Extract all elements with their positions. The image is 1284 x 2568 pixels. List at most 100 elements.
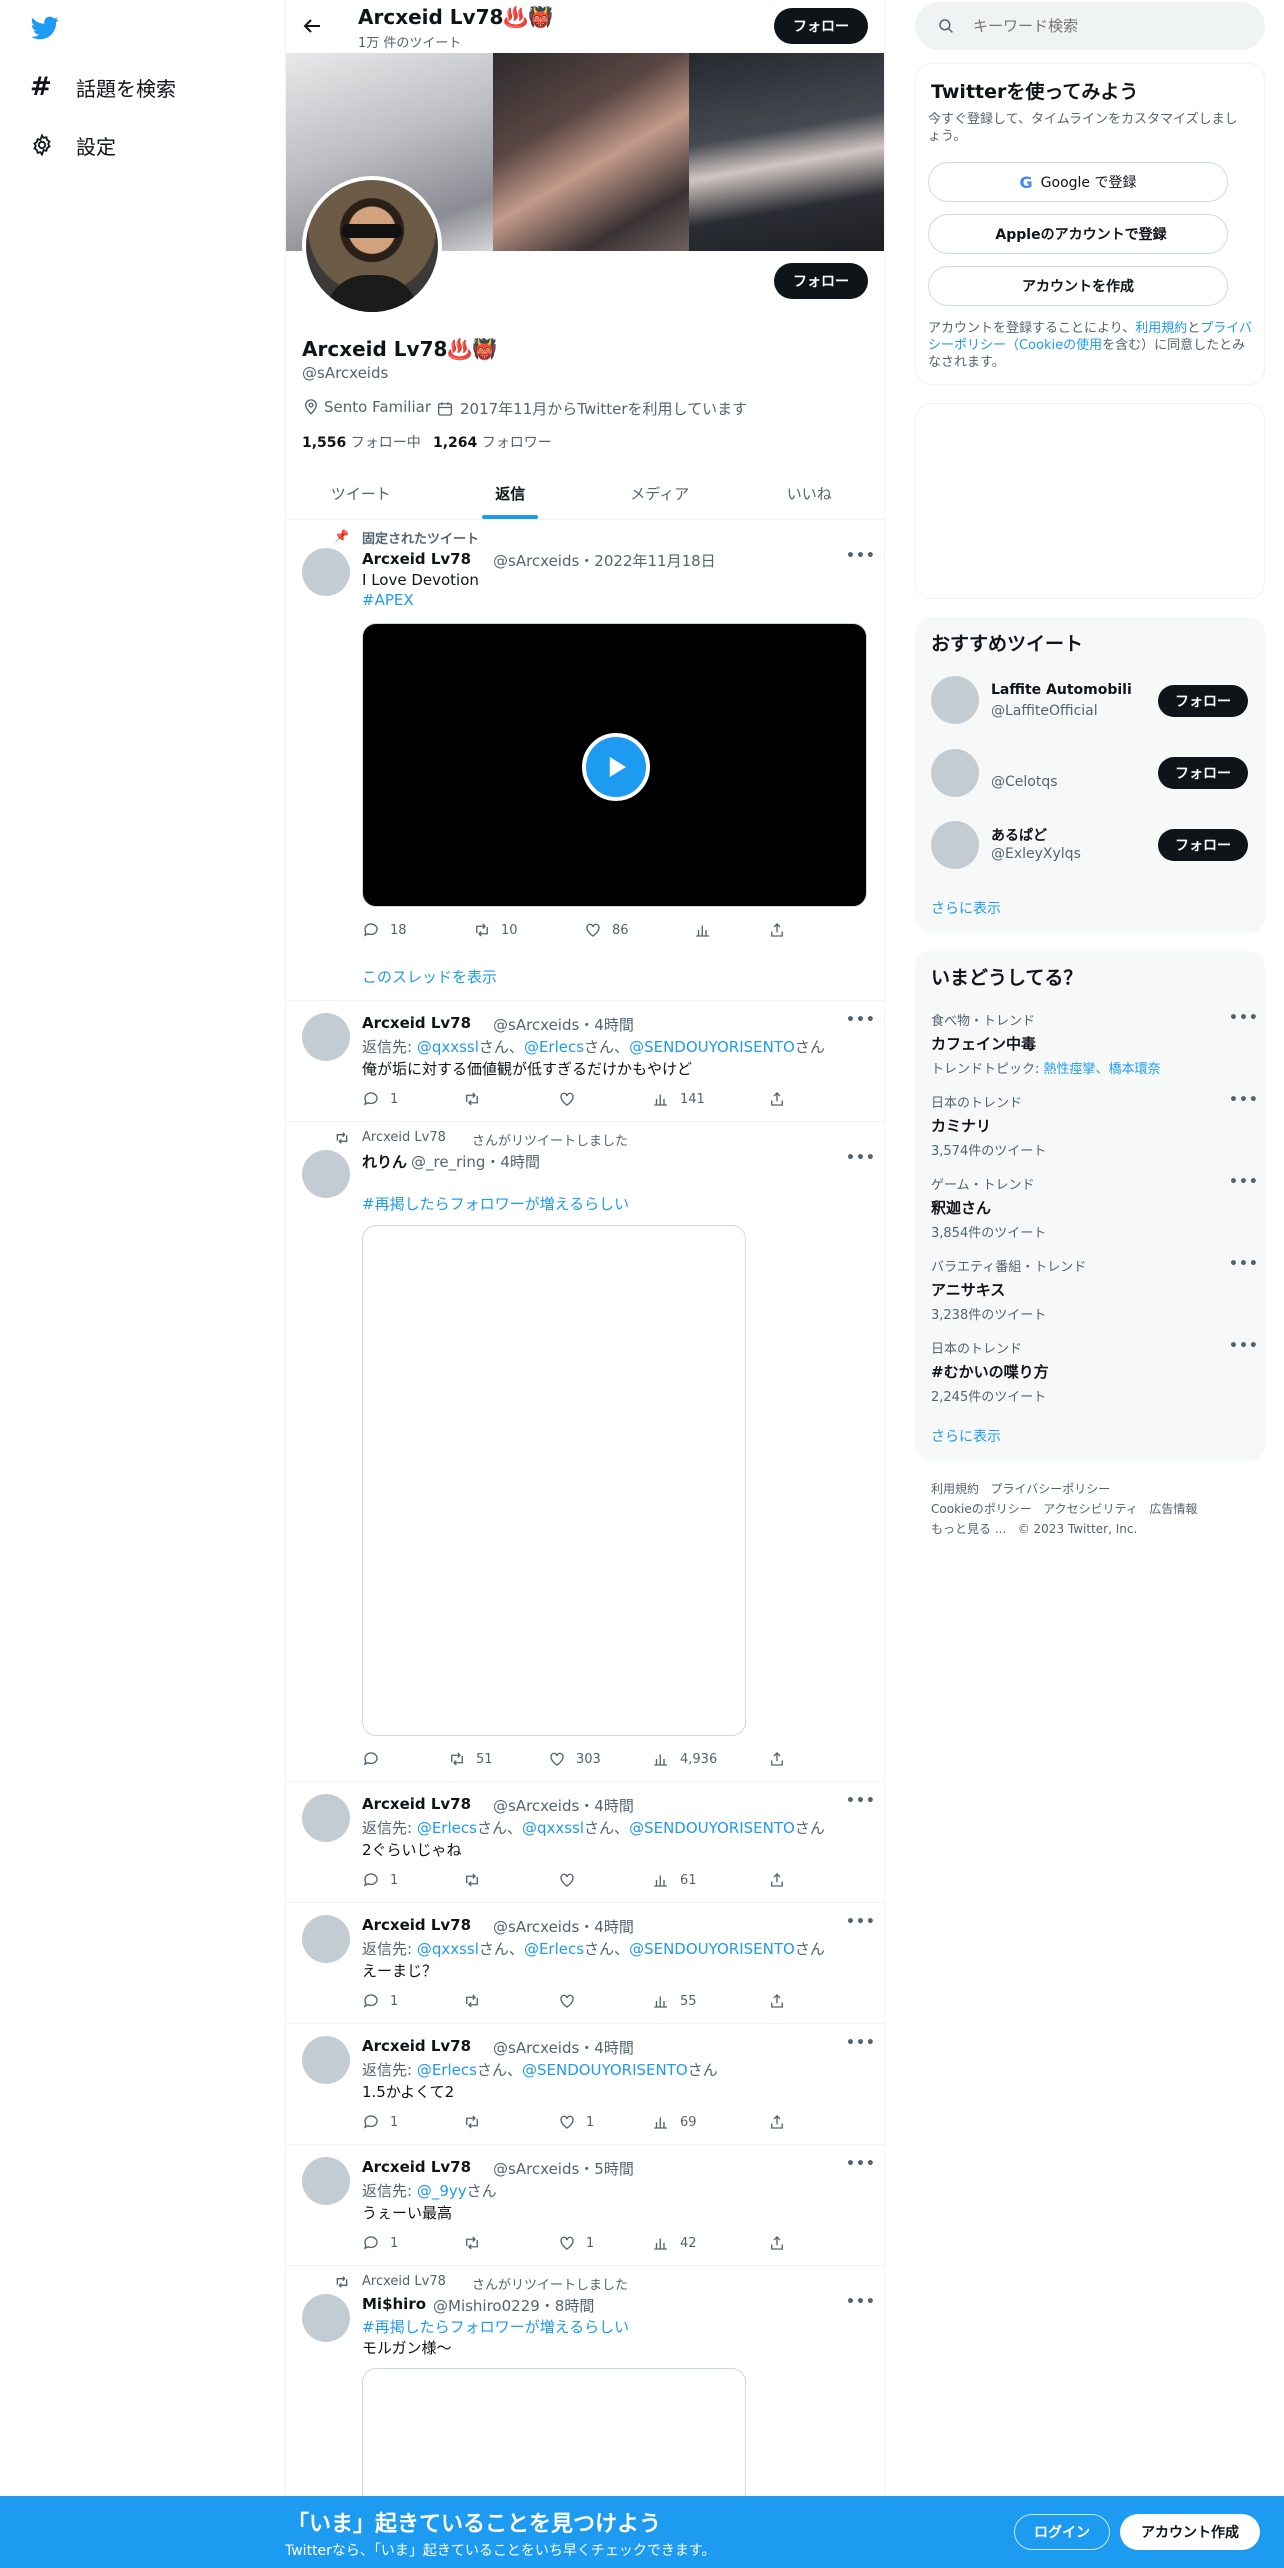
tweet-author[interactable]: Arcxeid Lv78 bbox=[362, 2037, 471, 2055]
more-icon[interactable]: ••• bbox=[846, 1914, 876, 1930]
more-icon[interactable]: ••• bbox=[1229, 1092, 1259, 1108]
back-arrow-icon[interactable] bbox=[300, 14, 324, 38]
retweet-button[interactable] bbox=[463, 1992, 481, 2010]
recommend-follow-button[interactable]: フォロー bbox=[1158, 685, 1248, 717]
like-button[interactable] bbox=[558, 1992, 576, 2010]
tweet-author[interactable]: Arcxeid Lv78 bbox=[362, 1014, 471, 1032]
tab-tweets[interactable]: ツイート bbox=[286, 468, 436, 519]
share-icon[interactable] bbox=[768, 1992, 786, 2010]
views-button[interactable]: 61 bbox=[652, 1871, 697, 1889]
share-icon[interactable] bbox=[768, 1750, 786, 1768]
avatar[interactable] bbox=[302, 1794, 350, 1842]
tweet-image[interactable] bbox=[362, 1225, 746, 1736]
tweet-author[interactable]: れりん bbox=[362, 1151, 407, 1172]
reply-button[interactable]: 1 bbox=[362, 1871, 398, 1889]
show-thread-link[interactable]: このスレッドを表示 bbox=[362, 966, 497, 987]
apple-signup-button[interactable]: Appleのアカウントで登録 bbox=[928, 214, 1228, 254]
retweet-button[interactable] bbox=[463, 1871, 481, 1889]
views-button[interactable]: 4,936 bbox=[652, 1750, 717, 1768]
tab-likes[interactable]: いいね bbox=[735, 468, 885, 519]
avatar[interactable] bbox=[302, 2157, 350, 2205]
following-link[interactable]: 1,556 フォロー中 bbox=[302, 432, 421, 452]
more-icon[interactable]: ••• bbox=[1229, 1338, 1259, 1354]
share-icon[interactable] bbox=[768, 921, 786, 939]
trend-item[interactable]: 日本のトレンド カミナリ 3,574件のツイート ••• bbox=[931, 1092, 1258, 1159]
tweet-hashtag[interactable]: #再掲したらフォロワーが増えるらしい bbox=[362, 2316, 629, 2337]
avatar[interactable] bbox=[931, 676, 979, 724]
footer-link[interactable]: 利用規約 bbox=[931, 1482, 979, 1496]
share-icon[interactable] bbox=[768, 2234, 786, 2252]
avatar[interactable] bbox=[931, 821, 979, 869]
more-icon[interactable]: ••• bbox=[1229, 1174, 1259, 1190]
avatar[interactable] bbox=[931, 749, 979, 797]
avatar[interactable] bbox=[302, 2036, 350, 2084]
retweet-button[interactable] bbox=[463, 2113, 481, 2131]
recommend-follow-button[interactable]: フォロー bbox=[1158, 757, 1248, 789]
recommend-more-link[interactable]: さらに表示 bbox=[931, 898, 1001, 918]
login-button[interactable]: ログイン bbox=[1014, 2514, 1110, 2550]
share-icon[interactable] bbox=[768, 2113, 786, 2131]
avatar[interactable] bbox=[302, 1013, 350, 1061]
like-button[interactable] bbox=[558, 1871, 576, 1889]
reply-button[interactable]: 18 bbox=[362, 921, 407, 939]
nav-explore[interactable]: # 話題を検索 bbox=[30, 72, 176, 102]
footer-link[interactable]: プライバシーポリシー bbox=[990, 1482, 1110, 1496]
views-icon[interactable] bbox=[694, 921, 712, 939]
avatar[interactable] bbox=[302, 1915, 350, 1963]
twitter-logo-icon[interactable] bbox=[30, 14, 60, 42]
footer-link[interactable]: アクセシビリティ bbox=[1043, 1502, 1138, 1516]
reply-button[interactable]: 1 bbox=[362, 2234, 398, 2252]
play-icon[interactable] bbox=[582, 733, 650, 801]
more-icon[interactable]: ••• bbox=[846, 1150, 876, 1166]
like-button[interactable]: 1 bbox=[558, 2113, 594, 2131]
nav-settings[interactable]: 設定 bbox=[30, 130, 116, 160]
reply-button[interactable]: 1 bbox=[362, 1992, 398, 2010]
more-icon[interactable]: ••• bbox=[846, 2294, 876, 2310]
retweet-button[interactable]: 10 bbox=[473, 921, 518, 939]
footer-link[interactable]: もっと見る ... bbox=[931, 1522, 1006, 1536]
tweet-author[interactable]: Arcxeid Lv78 bbox=[362, 1916, 471, 1934]
more-icon[interactable]: ••• bbox=[1229, 1010, 1259, 1026]
recommend-follow-button[interactable]: フォロー bbox=[1158, 829, 1248, 861]
retweet-button[interactable]: 51 bbox=[448, 1750, 493, 1768]
reply-button[interactable]: 1 bbox=[362, 1090, 398, 1108]
search-input[interactable] bbox=[973, 17, 1233, 35]
reply-button[interactable] bbox=[362, 1750, 380, 1768]
trend-item[interactable]: バラエティ番組・トレンド アニサキス 3,238件のツイート ••• bbox=[931, 1256, 1258, 1323]
search-box[interactable] bbox=[915, 2, 1265, 50]
views-button[interactable]: 69 bbox=[652, 2113, 697, 2131]
like-button[interactable]: 86 bbox=[584, 921, 629, 939]
avatar[interactable] bbox=[302, 2294, 350, 2342]
profile-avatar[interactable] bbox=[302, 176, 442, 316]
more-icon[interactable]: ••• bbox=[846, 2035, 876, 2051]
profile-follow-button[interactable]: フォロー bbox=[774, 263, 868, 299]
more-icon[interactable]: ••• bbox=[846, 2156, 876, 2172]
terms-link[interactable]: 利用規約 bbox=[1135, 321, 1187, 336]
views-button[interactable]: 42 bbox=[652, 2234, 697, 2252]
retweet-button[interactable] bbox=[463, 2234, 481, 2252]
reply-button[interactable]: 1 bbox=[362, 2113, 398, 2131]
avatar[interactable] bbox=[302, 1150, 350, 1198]
more-icon[interactable]: ••• bbox=[846, 1012, 876, 1028]
tab-replies[interactable]: 返信 bbox=[436, 468, 586, 519]
trend-item[interactable]: 日本のトレンド #むかいの喋り方 2,245件のツイート ••• bbox=[931, 1338, 1258, 1405]
like-button[interactable]: 1 bbox=[558, 2234, 594, 2252]
trends-more-link[interactable]: さらに表示 bbox=[931, 1426, 1001, 1446]
followers-link[interactable]: 1,264 フォロワー bbox=[433, 432, 552, 452]
tweet-hashtag[interactable]: #再掲したらフォロワーが増えるらしい bbox=[362, 1193, 629, 1214]
views-button[interactable]: 55 bbox=[652, 1992, 697, 2010]
more-icon[interactable]: ••• bbox=[1229, 1256, 1259, 1272]
like-button[interactable] bbox=[558, 1090, 576, 1108]
signup-button[interactable]: アカウント作成 bbox=[1120, 2514, 1260, 2550]
share-icon[interactable] bbox=[768, 1090, 786, 1108]
avatar[interactable] bbox=[302, 548, 350, 596]
retweet-button[interactable] bbox=[463, 1090, 481, 1108]
share-icon[interactable] bbox=[768, 1871, 786, 1889]
trend-item[interactable]: ゲーム・トレンド 釈迦さん 3,854件のツイート ••• bbox=[931, 1174, 1258, 1241]
google-signup-button[interactable]: G Google で登録 bbox=[928, 162, 1228, 202]
tweet-hashtag[interactable]: #APEX bbox=[362, 591, 414, 609]
tab-media[interactable]: メディア bbox=[585, 468, 735, 519]
header-follow-button[interactable]: フォロー bbox=[774, 8, 868, 44]
create-account-button[interactable]: アカウントを作成 bbox=[928, 266, 1228, 306]
like-button[interactable]: 303 bbox=[548, 1750, 601, 1768]
